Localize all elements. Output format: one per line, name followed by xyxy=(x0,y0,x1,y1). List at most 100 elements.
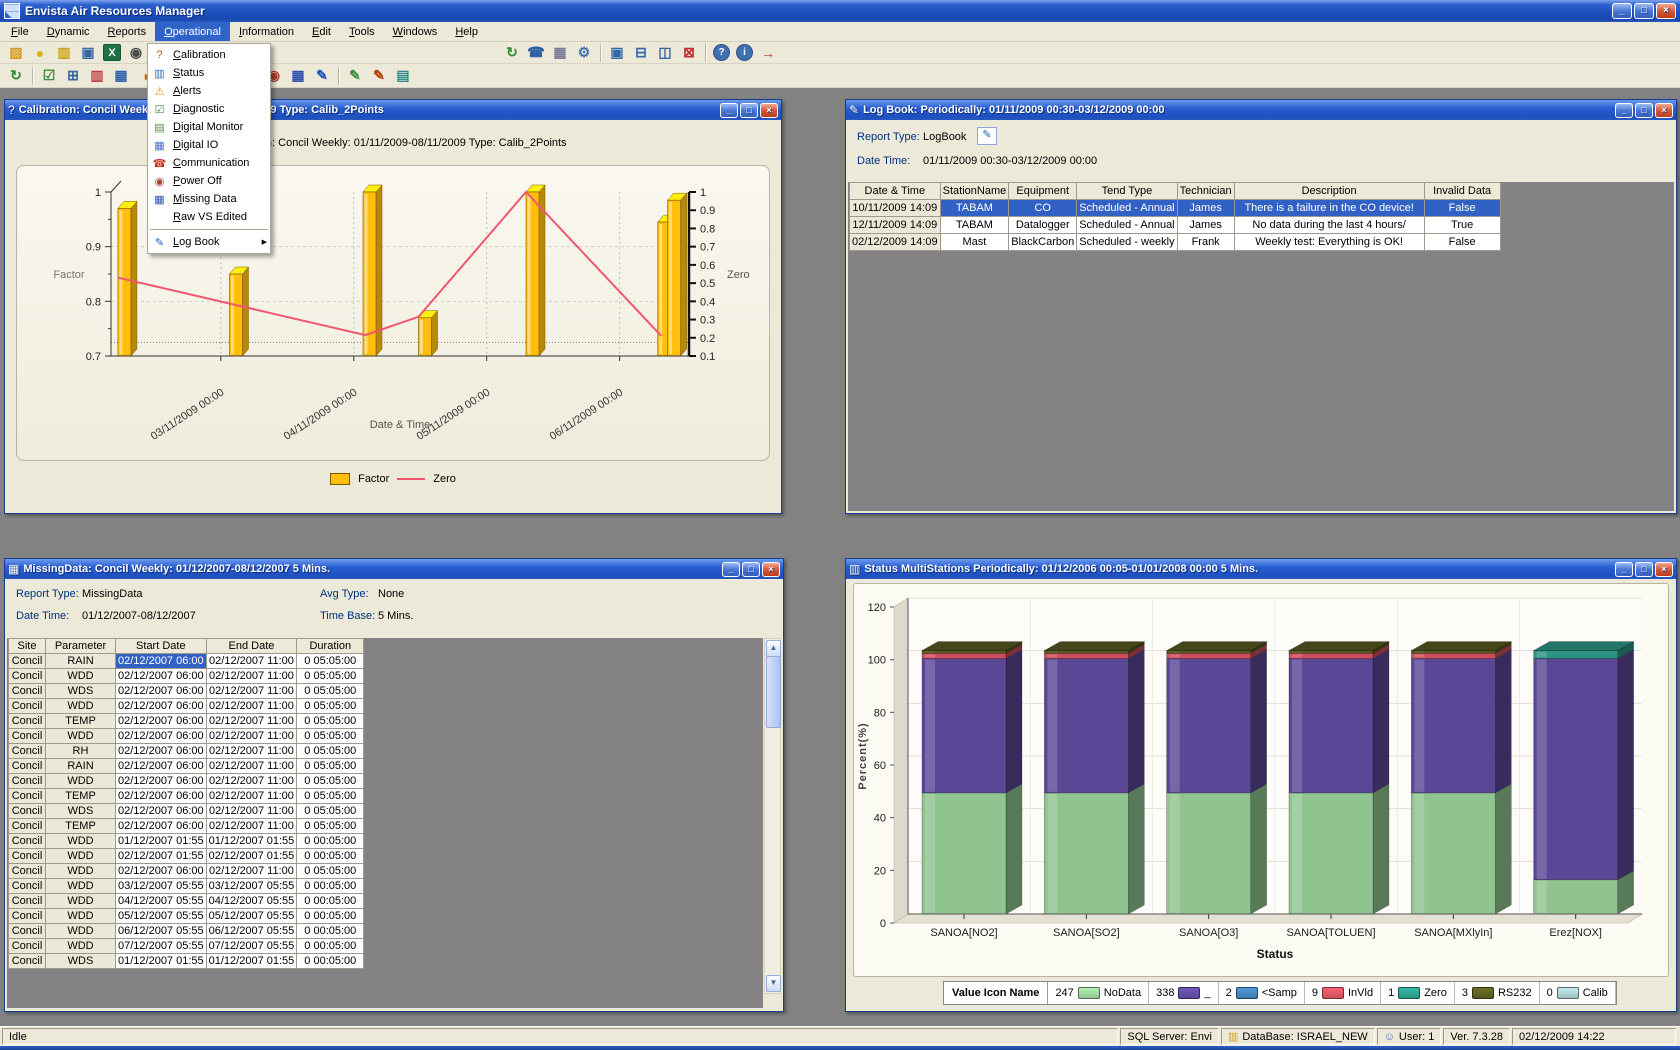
cell[interactable]: 0 00:05:00 xyxy=(297,909,364,924)
missing-restore-button[interactable]: □ xyxy=(742,562,760,577)
cell[interactable]: 0 05:05:00 xyxy=(297,729,364,744)
missing-data-icon[interactable]: ▦ xyxy=(286,65,310,86)
table-row[interactable]: ConcilTEMP02/12/2007 06:0002/12/2007 11:… xyxy=(9,819,364,834)
column-header-description[interactable]: Description xyxy=(1234,183,1424,200)
cell[interactable]: Frank xyxy=(1177,234,1234,251)
status-minimize-button[interactable]: _ xyxy=(1615,562,1633,577)
menu-item-diagnostic[interactable]: ☑Diagnostic xyxy=(148,100,270,118)
vertical-scrollbar[interactable]: ▲ ▼ xyxy=(764,638,781,994)
cell[interactable]: 07/12/2007 05:55 xyxy=(116,939,207,954)
cell[interactable]: WDD xyxy=(46,924,116,939)
cell[interactable]: WDS xyxy=(46,954,116,969)
cell[interactable]: 02/12/2007 11:00 xyxy=(206,729,297,744)
menu-item-calibration[interactable]: ?Calibration xyxy=(148,46,270,64)
cell[interactable]: WDD xyxy=(46,849,116,864)
table-row[interactable]: ConcilTEMP02/12/2007 06:0002/12/2007 11:… xyxy=(9,714,364,729)
column-header-date-time[interactable]: Date & Time xyxy=(850,183,941,200)
cell[interactable]: Concil xyxy=(9,669,46,684)
cell[interactable]: 02/12/2007 01:55 xyxy=(116,849,207,864)
cell[interactable]: TABAM xyxy=(940,200,1009,217)
scroll-up-icon[interactable]: ▲ xyxy=(766,640,781,657)
cell[interactable]: False xyxy=(1424,234,1500,251)
column-header-stationname[interactable]: StationName xyxy=(940,183,1009,200)
logbook-close-button[interactable]: × xyxy=(1655,103,1673,118)
cell[interactable]: 02/12/2007 11:00 xyxy=(206,654,297,669)
menu-item-log-book[interactable]: ✎Log Book▶ xyxy=(148,233,270,251)
cell[interactable]: 02/12/2007 11:00 xyxy=(206,759,297,774)
cell[interactable]: WDD xyxy=(46,699,116,714)
cell[interactable]: 04/12/2007 05:55 xyxy=(116,894,207,909)
menu-reports[interactable]: Reports xyxy=(99,22,156,41)
menu-item-digital-io[interactable]: ▦Digital IO xyxy=(148,136,270,154)
cell[interactable]: WDD xyxy=(46,909,116,924)
cell[interactable]: Concil xyxy=(9,894,46,909)
cell[interactable]: 0 05:05:00 xyxy=(297,669,364,684)
scroll-down-icon[interactable]: ▼ xyxy=(766,975,781,992)
cell[interactable]: 04/12/2007 05:55 xyxy=(206,894,297,909)
table-report-icon[interactable]: ▦ xyxy=(109,65,133,86)
table-row[interactable]: ConcilWDD02/12/2007 06:0002/12/2007 11:0… xyxy=(9,774,364,789)
cell[interactable]: True xyxy=(1424,217,1500,234)
cell[interactable]: 0 00:05:00 xyxy=(297,834,364,849)
cell[interactable]: 03/12/2007 05:55 xyxy=(116,879,207,894)
open-folder-icon[interactable]: ▨ xyxy=(4,42,28,63)
settings-gears-icon[interactable]: ⚙ xyxy=(572,42,596,63)
cell[interactable]: Weekly test: Everything is OK! xyxy=(1234,234,1424,251)
cell[interactable]: Concil xyxy=(9,834,46,849)
calibration-restore-button[interactable]: □ xyxy=(740,103,758,118)
column-header-invalid-data[interactable]: Invalid Data xyxy=(1424,183,1500,200)
cell[interactable]: 02/12/2007 06:00 xyxy=(116,804,207,819)
cell[interactable]: 12/11/2009 14:09 xyxy=(850,217,941,234)
column-header-equipment[interactable]: Equipment xyxy=(1009,183,1077,200)
cell[interactable]: 0 05:05:00 xyxy=(297,684,364,699)
table-row[interactable]: ConcilWDS01/12/2007 01:5501/12/2007 01:5… xyxy=(9,954,364,969)
table-row[interactable]: 10/11/2009 14:09TABAMCOScheduled - Annua… xyxy=(850,200,1501,217)
cell[interactable]: Concil xyxy=(9,909,46,924)
cell[interactable]: Concil xyxy=(9,654,46,669)
logbook-restore-button[interactable]: □ xyxy=(1635,103,1653,118)
cell[interactable]: Concil xyxy=(9,849,46,864)
cell[interactable]: 02/12/2007 11:00 xyxy=(206,744,297,759)
tile-vertical-icon[interactable]: ◫ xyxy=(653,42,677,63)
cell[interactable]: 01/12/2007 01:55 xyxy=(116,954,207,969)
cell[interactable]: 0 05:05:00 xyxy=(297,744,364,759)
cell[interactable]: 02/12/2007 06:00 xyxy=(116,744,207,759)
cell[interactable]: 07/12/2007 05:55 xyxy=(206,939,297,954)
menu-item-communication[interactable]: ☎Communication xyxy=(148,154,270,172)
cell[interactable]: Concil xyxy=(9,684,46,699)
cell[interactable]: Concil xyxy=(9,729,46,744)
cell[interactable]: Datalogger xyxy=(1009,217,1077,234)
exit-icon[interactable]: → xyxy=(756,42,780,63)
menu-file[interactable]: File xyxy=(2,22,38,41)
cell[interactable]: 0 05:05:00 xyxy=(297,699,364,714)
cell[interactable]: 02/12/2007 11:00 xyxy=(206,699,297,714)
cell[interactable]: WDD xyxy=(46,774,116,789)
table-row[interactable]: 02/12/2009 14:09MastBlackCarbonScheduled… xyxy=(850,234,1501,251)
table-row[interactable]: ConcilTEMP02/12/2007 06:0002/12/2007 11:… xyxy=(9,789,364,804)
cell[interactable]: Scheduled - Annual xyxy=(1077,200,1177,217)
edit-grid-icon[interactable]: ✎ xyxy=(367,65,391,86)
table-row[interactable]: ConcilWDD02/12/2007 06:0002/12/2007 11:0… xyxy=(9,864,364,879)
table-row[interactable]: ConcilWDS02/12/2007 06:0002/12/2007 11:0… xyxy=(9,804,364,819)
table-row[interactable]: ConcilRH02/12/2007 06:0002/12/2007 11:00… xyxy=(9,744,364,759)
table-row[interactable]: ConcilWDD02/12/2007 06:0002/12/2007 11:0… xyxy=(9,669,364,684)
table-row[interactable]: ConcilWDD05/12/2007 05:5505/12/2007 05:5… xyxy=(9,909,364,924)
logbook-window-titlebar[interactable]: ✎ Log Book: Periodically: 01/11/2009 00:… xyxy=(846,100,1676,120)
cell[interactable]: 02/12/2007 06:00 xyxy=(116,789,207,804)
cell[interactable]: WDD xyxy=(46,939,116,954)
save-icon[interactable]: ▣ xyxy=(76,42,100,63)
tile-horizontal-icon[interactable]: ⊟ xyxy=(629,42,653,63)
cell[interactable]: 0 05:05:00 xyxy=(297,864,364,879)
cell[interactable]: 02/12/2007 06:00 xyxy=(116,714,207,729)
cell[interactable]: Concil xyxy=(9,954,46,969)
cell[interactable]: Concil xyxy=(9,804,46,819)
db-refresh-icon[interactable]: ↻ xyxy=(500,42,524,63)
table-row[interactable]: ConcilWDD02/12/2007 06:0002/12/2007 11:0… xyxy=(9,729,364,744)
cell[interactable]: 02/12/2007 11:00 xyxy=(206,669,297,684)
cell[interactable]: 06/12/2007 05:55 xyxy=(116,924,207,939)
copy-report-icon[interactable]: ⊞ xyxy=(61,65,85,86)
status-window-titlebar[interactable]: ▥ Status MultiStations Periodically: 01/… xyxy=(846,559,1676,579)
cell[interactable]: Scheduled - Annual xyxy=(1077,217,1177,234)
cell[interactable]: 02/12/2007 01:55 xyxy=(206,849,297,864)
cell[interactable]: RAIN xyxy=(46,759,116,774)
